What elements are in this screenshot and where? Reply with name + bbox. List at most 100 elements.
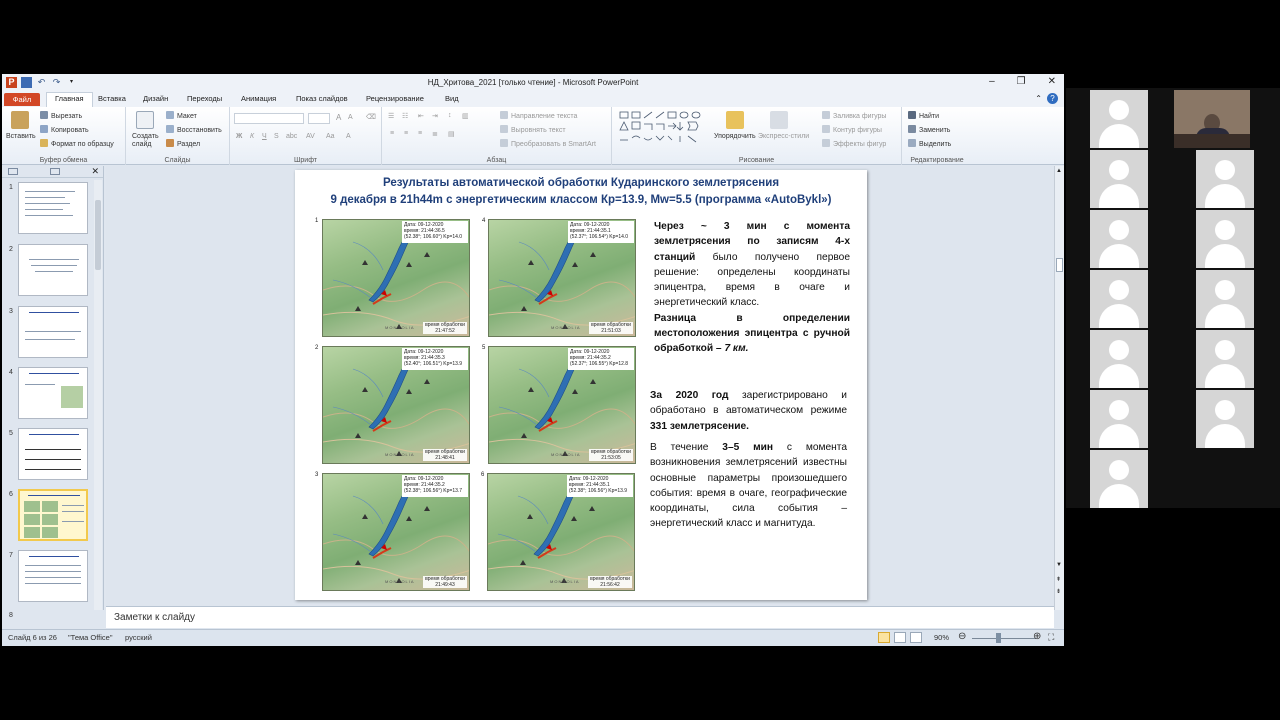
decrease-indent-icon[interactable]: ⇤ <box>418 112 424 120</box>
shrink-font-icon[interactable]: A <box>348 114 353 121</box>
outline-tab-icon[interactable] <box>50 168 60 175</box>
epicenter-map[interactable]: Дата: 09-12-2020 время: 21:44:35.3 (52.40°… <box>322 346 470 464</box>
thumbnail-scrollbar-thumb[interactable] <box>95 200 101 270</box>
replace-button[interactable]: Заменить <box>908 125 950 134</box>
close-panel-icon[interactable]: ✕ <box>91 166 99 177</box>
copy-button[interactable]: Копировать <box>40 125 89 134</box>
slide-thumbnail-3[interactable] <box>18 306 88 358</box>
section-button[interactable]: Раздел <box>166 139 200 148</box>
new-slide-button[interactable]: Создать слайд <box>132 133 162 149</box>
paste-icon[interactable] <box>11 111 29 129</box>
participant-avatar-icon[interactable] <box>1090 270 1148 328</box>
cut-button[interactable]: Вырезать <box>40 111 82 120</box>
next-slide-icon[interactable]: ⇟ <box>1056 588 1061 595</box>
previous-slide-icon[interactable]: ⇞ <box>1056 576 1061 583</box>
slide-thumbnail-2[interactable] <box>18 244 88 296</box>
maximize-button[interactable]: ❐ <box>1017 76 1026 87</box>
epicenter-map[interactable]: Дата: 09-12-2020 время: 21:44:35.2 (52.37°… <box>488 346 636 464</box>
participant-avatar-icon[interactable] <box>1090 90 1148 148</box>
numbering-icon[interactable]: ☷ <box>402 112 408 120</box>
participant-avatar-icon[interactable] <box>1090 390 1148 448</box>
find-button[interactable]: Найти <box>908 111 939 120</box>
grow-font-icon[interactable]: A <box>336 113 341 122</box>
strikethrough-icon[interactable]: abc <box>286 133 297 140</box>
italic-icon[interactable]: К <box>250 133 254 140</box>
scroll-up-icon[interactable]: ▲ <box>1056 168 1062 174</box>
participant-avatar-icon[interactable] <box>1090 150 1148 208</box>
epicenter-map[interactable]: Дата: 09-12-2020 время: 21:44:35.1 (52.38°… <box>487 473 635 591</box>
reading-view-button[interactable] <box>910 632 922 643</box>
participant-avatar-icon[interactable] <box>1196 330 1254 388</box>
align-right-icon[interactable]: ≡ <box>418 130 422 137</box>
bullets-icon[interactable]: ☰ <box>388 112 394 120</box>
format-painter-button[interactable]: Формат по образцу <box>40 139 114 148</box>
arrange-icon[interactable] <box>726 111 744 129</box>
minimize-button[interactable]: – <box>989 76 995 87</box>
columns-icon[interactable]: ▥ <box>462 112 469 120</box>
notes-pane[interactable]: Заметки к слайду <box>106 606 1054 628</box>
participant-avatar-icon[interactable] <box>1196 210 1254 268</box>
participant-camera-video[interactable] <box>1174 90 1250 148</box>
slide-thumbnail-4[interactable] <box>18 367 88 419</box>
participant-avatar-icon[interactable] <box>1196 150 1254 208</box>
line-spacing-icon[interactable]: ↕ <box>448 112 452 119</box>
notes-placeholder[interactable]: Заметки к слайду <box>114 612 195 623</box>
epicenter-map[interactable]: Дата: 09-12-2020 время: 21:44:35.1 (52.37°… <box>488 219 636 337</box>
scroll-down-icon[interactable]: ▼ <box>1056 562 1062 568</box>
arrange-button[interactable]: Упорядочить <box>714 133 756 140</box>
align-left-icon[interactable]: ≡ <box>390 130 394 137</box>
tab-slideshow[interactable]: Показ слайдов <box>296 94 348 103</box>
change-case-icon[interactable]: Aa <box>326 133 335 140</box>
new-slide-icon[interactable] <box>136 111 154 129</box>
epicenter-map[interactable]: Дата: 09-12-2020 время: 21:44:36.5 (52.38°… <box>322 219 470 337</box>
tab-review[interactable]: Рецензирование <box>366 94 424 103</box>
close-button[interactable]: ✕ <box>1048 76 1056 87</box>
zoom-in-icon[interactable]: ⊕ <box>1033 631 1041 642</box>
text-direction-button[interactable]: Направление текста <box>500 111 577 120</box>
font-size-input[interactable] <box>308 113 330 124</box>
zoom-level[interactable]: 90% <box>934 633 949 642</box>
shape-fill-button[interactable]: Заливка фигуры <box>822 111 886 120</box>
quick-styles-icon[interactable] <box>770 111 788 129</box>
font-name-input[interactable] <box>234 113 304 124</box>
slide[interactable]: Результаты автоматической обработки Куда… <box>295 170 867 600</box>
tab-view[interactable]: Вид <box>445 94 459 103</box>
shapes-gallery[interactable] <box>618 110 708 150</box>
ribbon-minimize-icon[interactable]: ⌃ <box>1035 94 1042 103</box>
slide-sorter-button[interactable] <box>894 632 906 643</box>
bold-icon[interactable]: Ж <box>236 133 242 140</box>
tab-home[interactable]: Главная <box>46 92 93 107</box>
normal-view-button[interactable] <box>878 632 890 643</box>
zoom-slider-knob[interactable] <box>996 633 1001 643</box>
shape-outline-button[interactable]: Контур фигуры <box>822 125 882 134</box>
canvas-scrollbar-thumb[interactable] <box>1056 258 1063 272</box>
tab-file[interactable]: Файл <box>4 93 40 106</box>
help-icon[interactable]: ? <box>1047 93 1058 104</box>
paste-button[interactable]: Вставить <box>6 133 36 140</box>
tab-animation[interactable]: Анимация <box>241 94 276 103</box>
canvas-scrollbar[interactable]: ▲ ▼ ⇞ ⇟ <box>1054 166 1064 610</box>
columns-layout-icon[interactable]: ▤ <box>448 130 455 138</box>
slide-thumbnail-6[interactable] <box>18 489 88 541</box>
slide-thumbnail-7[interactable] <box>18 550 88 602</box>
participant-avatar-icon[interactable] <box>1090 210 1148 268</box>
layout-button[interactable]: Макет <box>166 111 197 120</box>
participant-avatar-icon[interactable] <box>1090 450 1148 508</box>
select-button[interactable]: Выделить <box>908 139 951 148</box>
slides-tab-icon[interactable] <box>8 168 18 175</box>
thumbnail-scrollbar[interactable] <box>94 180 102 610</box>
smartart-button[interactable]: Преобразовать в SmartArt <box>500 139 596 148</box>
tab-insert[interactable]: Вставка <box>98 94 126 103</box>
align-text-button[interactable]: Выровнять текст <box>500 125 566 134</box>
tab-transitions[interactable]: Переходы <box>187 94 222 103</box>
slide-thumbnail-1[interactable] <box>18 182 88 234</box>
zoom-out-icon[interactable]: ⊖ <box>958 631 966 642</box>
participant-avatar-icon[interactable] <box>1196 270 1254 328</box>
zoom-slider[interactable] <box>972 638 1036 639</box>
participant-avatar-icon[interactable] <box>1196 390 1254 448</box>
epicenter-map[interactable]: Дата: 09-12-2020 время: 21:44:35.2 (52.38°… <box>322 473 470 591</box>
tab-design[interactable]: Дизайн <box>143 94 168 103</box>
participant-avatar-icon[interactable] <box>1090 330 1148 388</box>
clear-format-icon[interactable]: ⌫ <box>366 113 376 121</box>
slide-thumbnail-5[interactable] <box>18 428 88 480</box>
